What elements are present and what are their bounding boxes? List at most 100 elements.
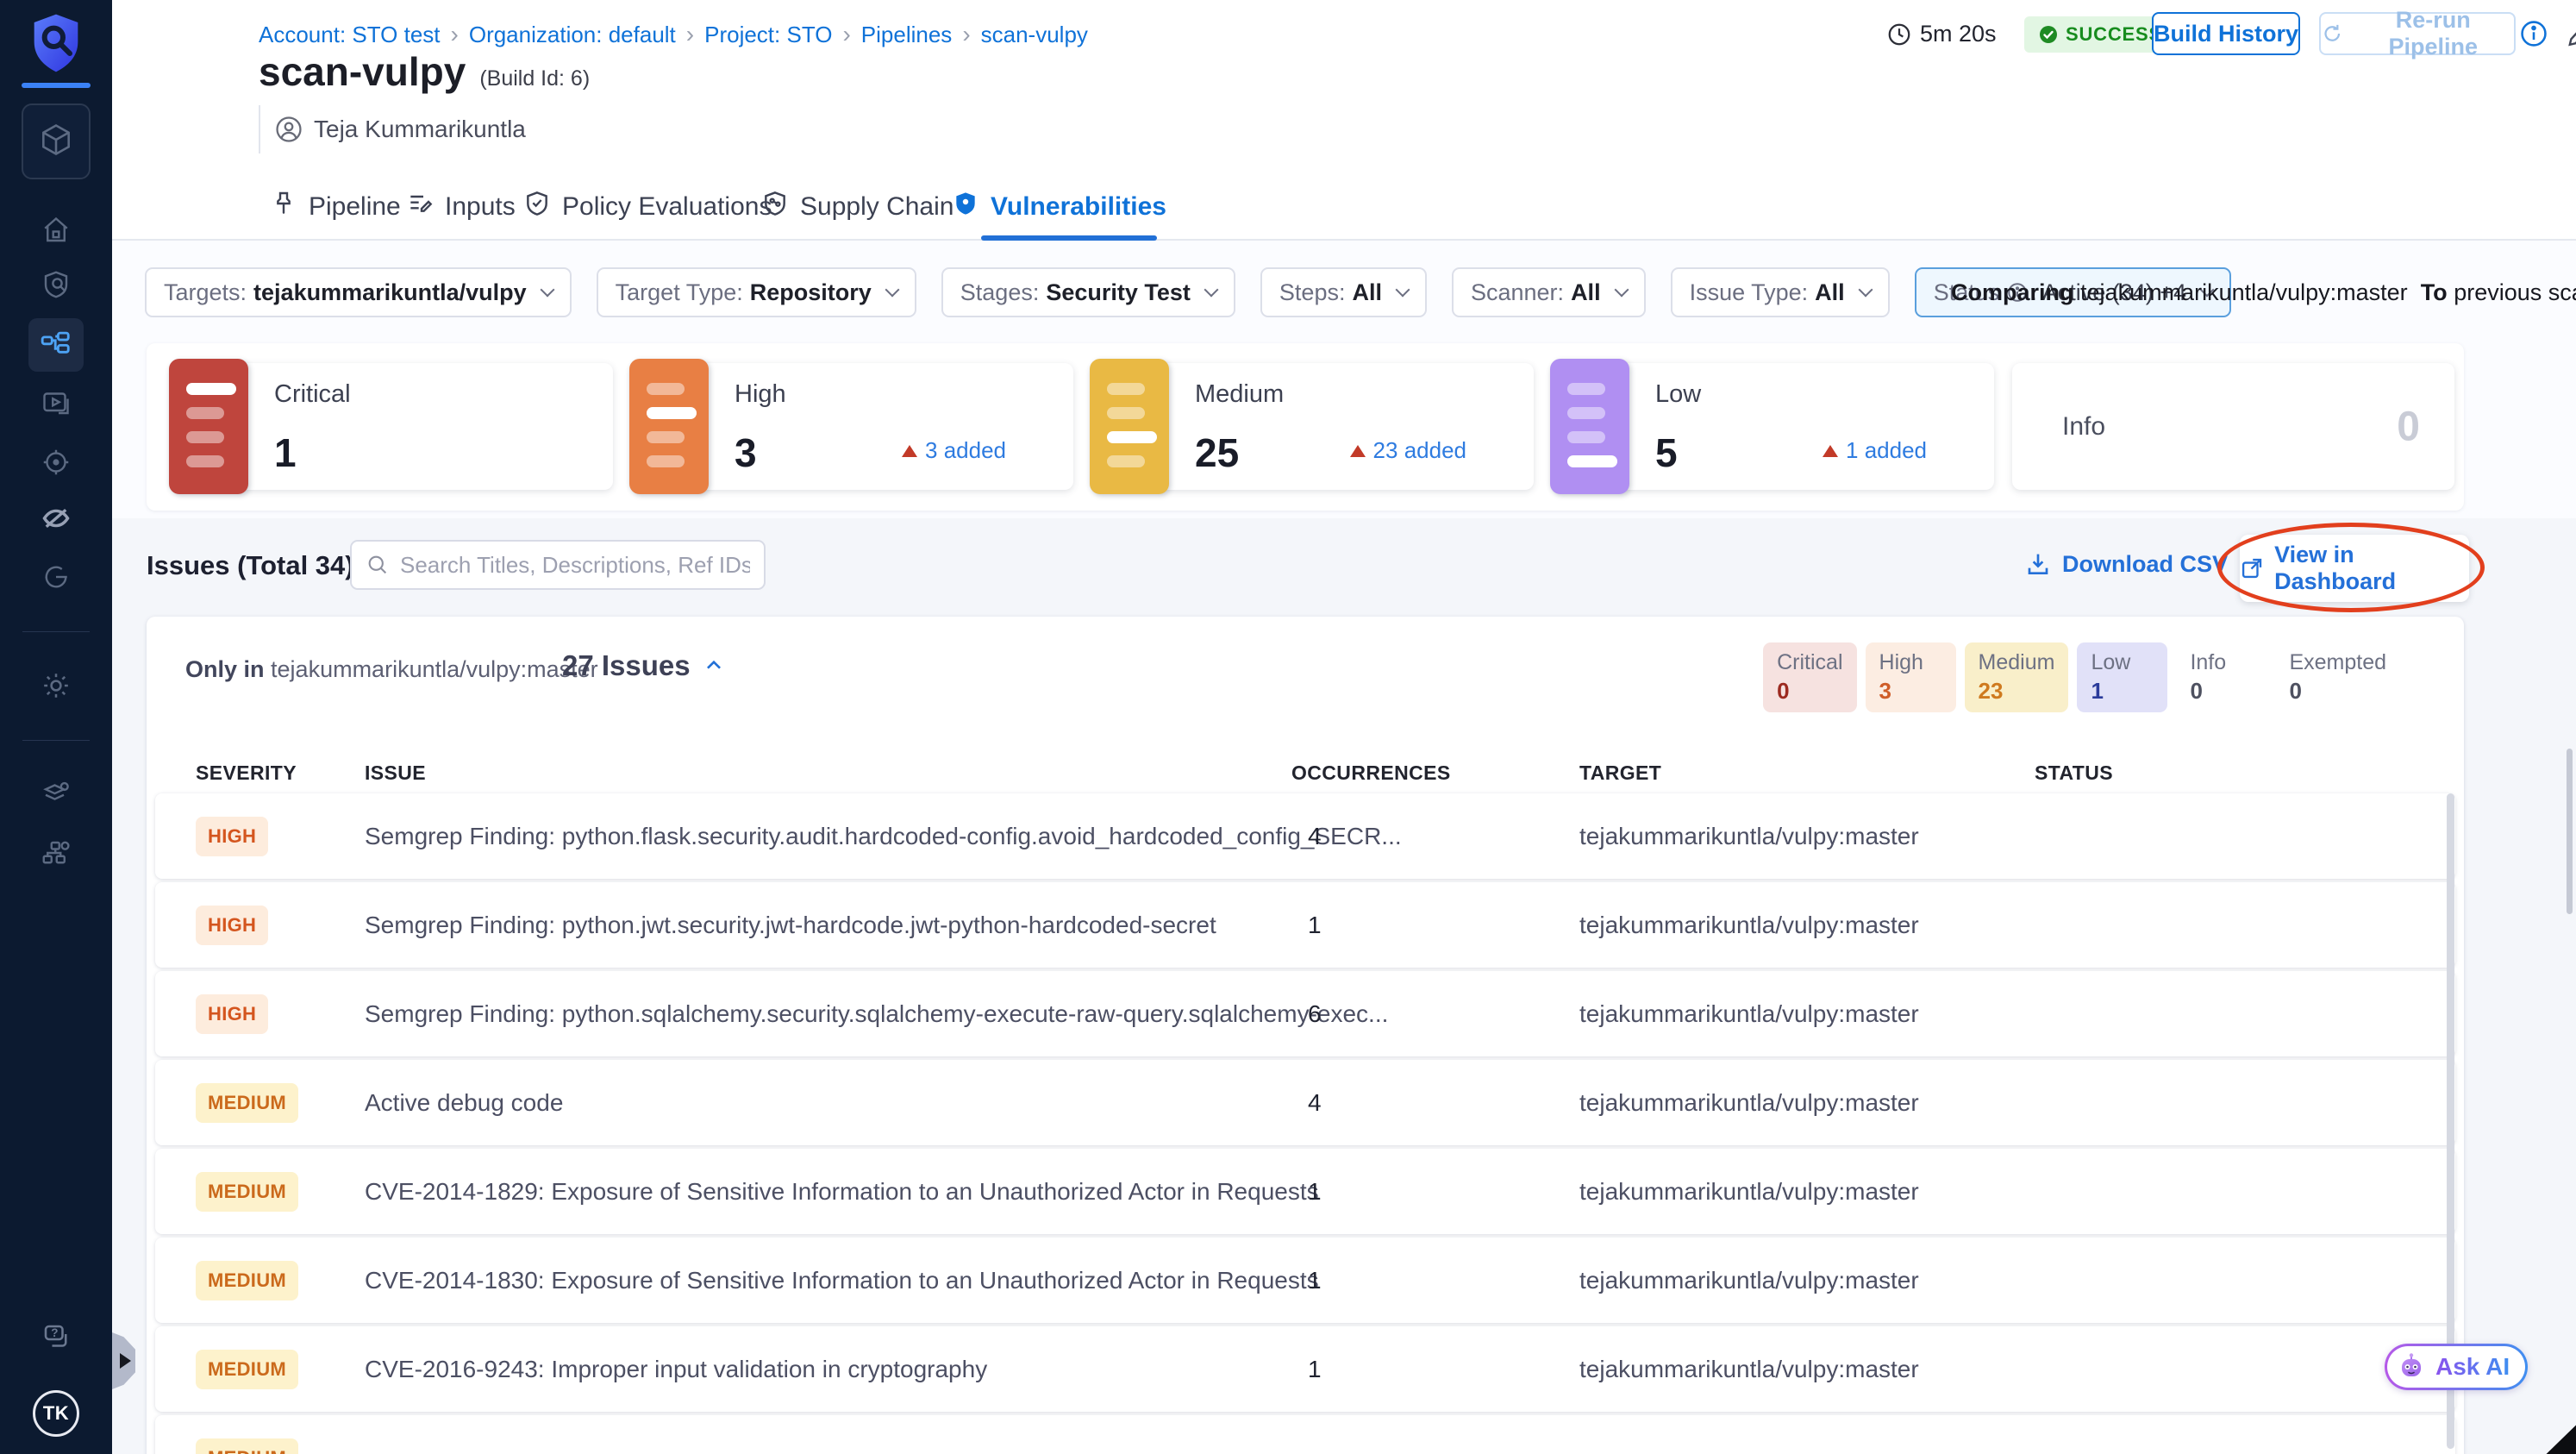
divider — [259, 105, 260, 154]
target: tejakummarikuntla/vulpy:master — [1579, 1089, 1919, 1116]
issue-title: Semgrep Finding: python.jwt.security.jwt… — [365, 912, 1216, 938]
target: tejakummarikuntla/vulpy:master — [1579, 912, 1919, 938]
breadcrumb: Account: STO test › Organization: defaul… — [259, 21, 1088, 48]
filter-row: Targets: tejakummarikuntla/vulpy Target T… — [145, 267, 2232, 317]
filter-scanner[interactable]: Scanner: All — [1451, 267, 1646, 317]
sidebar-item-pipelines-active[interactable] — [28, 318, 84, 372]
rerun-pipeline-button[interactable]: Re-run Pipeline — [2319, 7, 2516, 60]
comparing-to: To — [2420, 279, 2448, 305]
severity-badge: MEDIUM — [196, 1261, 299, 1300]
person-icon — [276, 116, 302, 142]
issue-title: CVE-2014-1829: Exposure of Sensitive Inf… — [365, 1178, 1319, 1205]
tab-vulnerabilities[interactable]: Vulnerabilities — [952, 174, 1166, 239]
page-scrollbar[interactable] — [2567, 749, 2573, 914]
view-in-dashboard-button[interactable]: View in Dashboard — [2240, 535, 2469, 602]
severity-badge: HIGH — [196, 906, 269, 945]
sidebar-item-gitops[interactable] — [0, 561, 112, 597]
severity-badge: MEDIUM — [196, 1438, 299, 1454]
table-row[interactable]: MEDIUM CVE-2014-1830: Exposure of Sensit… — [155, 1238, 2455, 1323]
breadcrumb-pipeline-name[interactable]: scan-vulpy — [981, 22, 1088, 48]
build-history-button[interactable]: Build History — [2152, 12, 2300, 55]
issue-title: Semgrep Finding: python.flask.security.a… — [365, 823, 1402, 849]
breadcrumb-separator: › — [685, 21, 695, 47]
breadcrumb-pipelines[interactable]: Pipelines — [861, 22, 953, 48]
filter-stages[interactable]: Stages: Security Test — [941, 267, 1235, 317]
table-row[interactable]: HIGH Semgrep Finding: python.flask.secur… — [155, 793, 2455, 879]
edit-pipeline-icon[interactable] — [2566, 19, 2576, 48]
sidebar-item-overview[interactable] — [0, 269, 112, 304]
form-pencil-icon — [406, 190, 434, 224]
tab-inputs[interactable]: Inputs — [406, 174, 516, 239]
sidebar-item-targets[interactable] — [0, 447, 112, 482]
col-header-occurrences: OCCURRENCES — [1291, 761, 1451, 784]
scan-shield-icon — [41, 269, 72, 304]
tab-pipeline[interactable]: Pipeline — [270, 174, 401, 239]
table-row[interactable]: MEDIUM Active debug code 4 tejakummariku… — [155, 1060, 2455, 1145]
filter-issue-type[interactable]: Issue Type: All — [1670, 267, 1890, 317]
ask-ai-button[interactable]: Ask AI — [2385, 1344, 2529, 1390]
sidebar-item-help[interactable]: ? — [0, 1321, 112, 1357]
rerun-label: Re-run Pipeline — [2388, 7, 2479, 60]
sidebar-item-hidden[interactable] — [0, 503, 112, 538]
sidebar-item-policies[interactable] — [0, 779, 112, 814]
table-row[interactable]: MEDIUM — [155, 1415, 2455, 1454]
chip-critical: Critical 0 — [1763, 642, 1857, 712]
pipelines-icon — [40, 327, 72, 364]
severity-badge: HIGH — [196, 817, 269, 856]
check-circle-icon — [2040, 26, 2057, 43]
user-avatar[interactable]: TK — [33, 1390, 79, 1437]
card-count: 5 — [1655, 430, 1678, 475]
breadcrumb-org[interactable]: Organization: default — [469, 22, 676, 48]
filter-value: All — [1815, 279, 1845, 305]
table-row[interactable]: HIGH Semgrep Finding: python.sqlalchemy.… — [155, 971, 2455, 1056]
target: tejakummarikuntla/vulpy:master — [1579, 1267, 1919, 1294]
severity-badge: MEDIUM — [196, 1083, 299, 1123]
chip-low: Low 1 — [2077, 642, 2168, 712]
occurrences: 6 — [1308, 1000, 1322, 1027]
tab-policy-evaluations[interactable]: Policy Evaluations — [523, 174, 772, 239]
card-count: 3 — [735, 430, 757, 475]
sidebar-item-settings[interactable] — [0, 670, 112, 705]
filter-label: Targets: — [164, 279, 247, 305]
sidebar-item-home[interactable] — [0, 215, 112, 250]
breadcrumb-project[interactable]: Project: STO — [704, 22, 832, 48]
group-title-prefix: Only in — [185, 656, 265, 682]
filter-target-type[interactable]: Target Type: Repository — [596, 267, 916, 317]
card-label: Info — [2062, 411, 2106, 441]
info-icon[interactable] — [2519, 19, 2548, 48]
sidebar-divider — [22, 740, 90, 741]
table-row[interactable]: MEDIUM CVE-2016-9243: Improper input val… — [155, 1326, 2455, 1412]
table-row[interactable]: MEDIUM CVE-2014-1829: Exposure of Sensit… — [155, 1149, 2455, 1234]
breadcrumb-account[interactable]: Account: STO test — [259, 22, 441, 48]
module-underline — [22, 83, 91, 88]
issues-panel: Only in tejakummarikuntla/vulpy:master 2… — [147, 617, 2464, 1454]
eye-off-icon — [41, 503, 72, 538]
col-header-issue: ISSUE — [365, 761, 427, 784]
chip-exempted: Exempted 0 — [2289, 650, 2386, 704]
cube-icon — [37, 121, 75, 163]
module-switcher[interactable] — [22, 103, 91, 179]
download-csv-button[interactable]: Download CSV — [2024, 550, 2228, 578]
group-count-toggle[interactable]: 27 Issues — [562, 649, 725, 682]
table-row[interactable]: HIGH Semgrep Finding: python.jwt.securit… — [155, 882, 2455, 968]
sidebar-item-executions[interactable] — [0, 387, 112, 423]
tab-supply-chain[interactable]: Supply Chain — [761, 174, 953, 239]
filter-label: Scanner: — [1470, 279, 1565, 305]
filter-targets[interactable]: Targets: tejakummarikuntla/vulpy — [145, 267, 572, 317]
sidebar-expand-handle[interactable] — [112, 1332, 135, 1389]
filter-steps[interactable]: Steps: All — [1260, 267, 1427, 317]
comparing-target: tejakummarikuntla/vulpy:master — [2080, 279, 2408, 305]
severity-card-info: Info 0 — [2012, 363, 2454, 490]
search-input[interactable] — [400, 551, 750, 579]
breadcrumb-separator: › — [450, 21, 459, 47]
occurrences: 1 — [1308, 912, 1322, 938]
chevron-down-icon — [1858, 282, 1873, 298]
target-icon — [41, 447, 72, 482]
card-label: Medium — [1195, 380, 1285, 408]
tab-label: Supply Chain — [800, 191, 954, 221]
sidebar-divider — [22, 631, 90, 632]
added-delta: 3 added — [902, 437, 1006, 464]
severity-badge: MEDIUM — [196, 1172, 299, 1212]
sidebar-item-orgs[interactable] — [0, 837, 112, 873]
filter-label: Issue Type: — [1689, 279, 1809, 305]
